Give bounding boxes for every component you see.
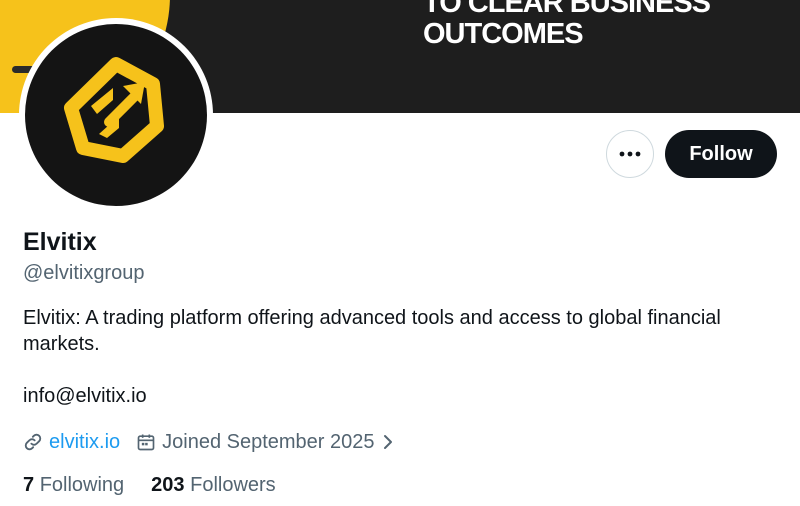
following-count: 7 <box>23 474 35 496</box>
link-icon <box>23 432 43 452</box>
following-label: Following <box>39 474 125 496</box>
following-link[interactable]: 7 Following <box>23 474 124 497</box>
banner-text-line-1: TO CLEAR BUSINESS <box>423 0 711 19</box>
followers-count: 203 <box>151 474 185 496</box>
profile-avatar[interactable] <box>19 18 213 212</box>
profile-handle: @elvitixgroup <box>23 262 145 284</box>
website-link[interactable]: elvitix.io <box>49 431 120 454</box>
chevron-right-icon[interactable] <box>383 434 393 450</box>
profile-meta: elvitix.io Joined September 2025 <box>23 428 393 456</box>
banner-text-line-2: OUTCOMES <box>423 18 584 50</box>
calendar-icon <box>136 432 156 452</box>
profile-bio: Elvitix: A trading platform offering adv… <box>23 307 721 355</box>
followers-label: Followers <box>190 474 276 496</box>
elvitix-logo-icon <box>64 57 164 163</box>
followers-link[interactable]: 203 Followers <box>151 474 276 497</box>
avatar-image <box>25 24 207 206</box>
more-dots-icon <box>619 151 641 157</box>
joined-date[interactable]: Joined September 2025 <box>162 431 374 454</box>
profile-name: Elvitix <box>23 228 97 256</box>
profile-stats: 7 Following 203 Followers <box>23 474 276 497</box>
more-options-button[interactable] <box>606 130 654 178</box>
follow-button[interactable]: Follow <box>665 130 777 178</box>
profile-email: info@elvitix.io <box>23 385 147 407</box>
